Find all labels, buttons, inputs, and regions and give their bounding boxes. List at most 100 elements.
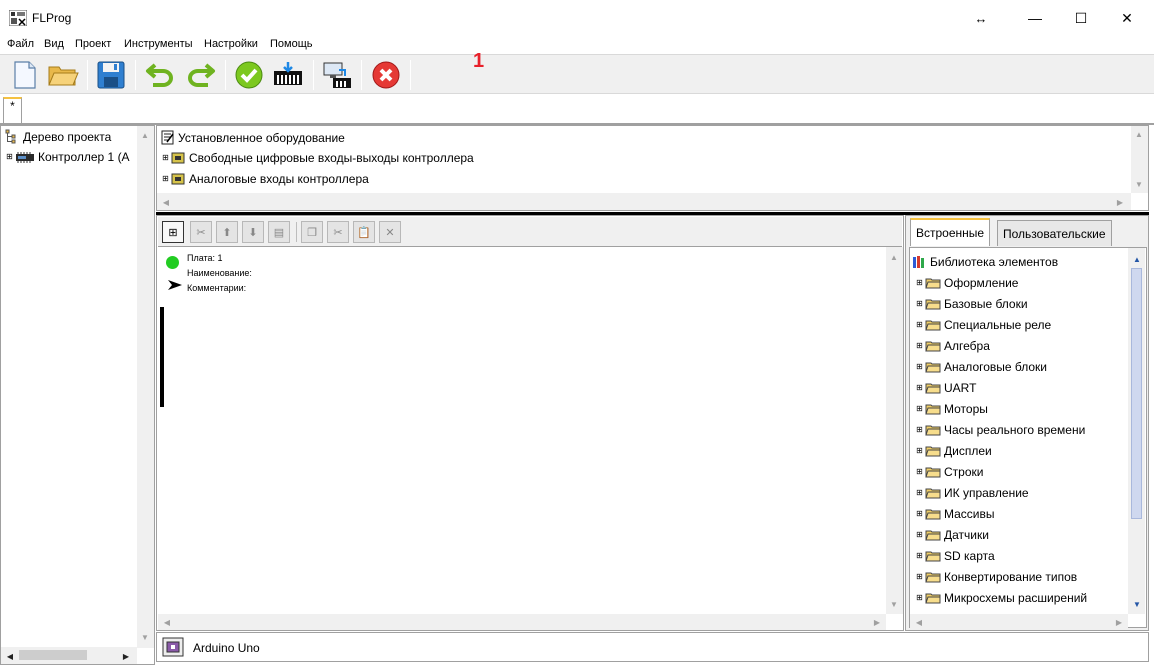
scroll-right-icon[interactable]: ▶: [870, 615, 884, 629]
expand-icon[interactable]: ⊞: [915, 404, 924, 414]
scroll-down-icon[interactable]: ▼: [138, 630, 152, 644]
library-item[interactable]: ⊞ UART: [915, 378, 976, 398]
resize-icon[interactable]: ↔: [958, 0, 1004, 36]
tree-root[interactable]: Дерево проекта: [5, 129, 111, 145]
scroll-right-icon[interactable]: ▶: [1113, 195, 1127, 209]
expand-icon[interactable]: ⊞: [915, 383, 924, 393]
copy-icon[interactable]: ❐: [301, 221, 323, 243]
expand-icon[interactable]: ⊞: [915, 299, 924, 309]
editor-vertical-scrollbar[interactable]: ▲ ▼: [886, 247, 903, 614]
library-item[interactable]: ⊞ Алгебра: [915, 336, 990, 356]
delete-board-icon[interactable]: ✂: [190, 221, 212, 243]
scroll-down-icon[interactable]: ▼: [1132, 177, 1146, 191]
paste-icon[interactable]: 📋: [353, 221, 375, 243]
expand-icon[interactable]: ⊞: [5, 152, 14, 162]
expand-icon[interactable]: ⊞: [915, 593, 924, 603]
expand-icon[interactable]: ⊞: [161, 153, 170, 163]
library-root[interactable]: Библиотека элементов: [912, 252, 1058, 272]
upload-icon[interactable]: [321, 59, 353, 91]
tab-builtin[interactable]: Встроенные: [910, 218, 991, 246]
menu-project[interactable]: Проект: [75, 38, 111, 50]
close-button[interactable]: ✕: [1104, 0, 1150, 36]
expand-icon[interactable]: ⊞: [915, 572, 924, 582]
library-item[interactable]: ⊞ Специальные реле: [915, 315, 1051, 335]
expand-icon[interactable]: ⊞: [915, 362, 924, 372]
arrow-icon[interactable]: [167, 279, 183, 291]
board-icon[interactable]: [162, 637, 184, 657]
add-board-icon[interactable]: ⊞: [162, 221, 184, 243]
library-item[interactable]: ⊞ Датчики: [915, 525, 989, 545]
verify-icon[interactable]: [233, 59, 265, 91]
tab-custom[interactable]: Пользовательские: [997, 220, 1112, 246]
library-item[interactable]: ⊞ Строки: [915, 462, 983, 482]
expand-icon[interactable]: ⊞: [915, 488, 924, 498]
expand-icon[interactable]: ⊞: [161, 174, 170, 184]
scroll-up-icon[interactable]: ▲: [887, 250, 901, 264]
menu-help[interactable]: Помощь: [270, 38, 313, 50]
cut-icon[interactable]: ✂: [327, 221, 349, 243]
library-item[interactable]: ⊞ Дисплеи: [915, 441, 992, 461]
library-item[interactable]: ⊞ Базовые блоки: [915, 294, 1028, 314]
scroll-up-icon[interactable]: ▲: [1132, 127, 1146, 141]
library-item[interactable]: ⊞ SD карта: [915, 546, 995, 566]
maximize-button[interactable]: ☐: [1058, 0, 1104, 36]
expand-icon[interactable]: ⊞: [915, 425, 924, 435]
hardware-horizontal-scrollbar[interactable]: ◀ ▶: [157, 193, 1131, 210]
library-item[interactable]: ⊞ Аналоговые блоки: [915, 357, 1047, 377]
expand-icon[interactable]: ⊞: [915, 341, 924, 351]
scroll-thumb[interactable]: [19, 650, 87, 660]
move-down-icon[interactable]: ⬇: [242, 221, 264, 243]
scroll-right-icon[interactable]: ▶: [1112, 615, 1126, 629]
hardware-item-analog[interactable]: ⊞ Аналоговые входы контроллера: [161, 172, 369, 186]
expand-icon[interactable]: ⊞: [915, 278, 924, 288]
document-tab[interactable]: *: [3, 97, 22, 125]
library-vertical-scrollbar[interactable]: ▲ ▼: [1128, 248, 1145, 614]
expand-icon[interactable]: ⊞: [915, 467, 924, 477]
tree-item-controller[interactable]: ⊞ Контроллер 1 (А: [5, 150, 130, 164]
menu-settings[interactable]: Настройки: [204, 38, 258, 50]
expand-icon[interactable]: ⊞: [915, 551, 924, 561]
expand-icon[interactable]: ⊞: [915, 320, 924, 330]
expand-icon[interactable]: ⊞: [915, 446, 924, 456]
library-item[interactable]: ⊞ Массивы: [915, 504, 995, 524]
scroll-down-icon[interactable]: ▼: [1130, 597, 1144, 611]
library-item[interactable]: ⊞ Конвертирование типов: [915, 567, 1077, 587]
redo-icon[interactable]: [185, 59, 217, 91]
library-item[interactable]: ⊞ Часы реального времени: [915, 420, 1085, 440]
library-item[interactable]: ⊞ Микросхемы расширений: [915, 588, 1087, 608]
scroll-thumb[interactable]: [1131, 268, 1142, 519]
scroll-down-icon[interactable]: ▼: [887, 597, 901, 611]
scroll-up-icon[interactable]: ▲: [138, 128, 152, 142]
delete-icon[interactable]: ✕: [379, 221, 401, 243]
library-item[interactable]: ⊞ ИК управление: [915, 483, 1029, 503]
editor-horizontal-scrollbar[interactable]: ◀ ▶: [158, 614, 886, 630]
board-props-icon[interactable]: ▤: [268, 221, 290, 243]
library-item[interactable]: ⊞ Моторы: [915, 399, 988, 419]
scroll-left-icon[interactable]: ◀: [160, 615, 174, 629]
compile-icon[interactable]: [272, 59, 304, 91]
library-horizontal-scrollbar[interactable]: ◀ ▶: [910, 614, 1128, 629]
open-folder-icon[interactable]: [47, 59, 79, 91]
stop-icon[interactable]: [370, 59, 402, 91]
save-icon[interactable]: [95, 59, 127, 91]
hardware-vertical-scrollbar[interactable]: ▲ ▼: [1131, 126, 1148, 193]
undo-icon[interactable]: [144, 59, 176, 91]
scroll-left-icon[interactable]: ◀: [3, 649, 17, 663]
menu-tools[interactable]: Инструменты: [124, 38, 193, 50]
minimize-button[interactable]: —: [1012, 0, 1058, 36]
hardware-root[interactable]: Установленное оборудование: [161, 130, 345, 145]
left-horizontal-scrollbar[interactable]: ◀ ▶: [1, 647, 137, 664]
hardware-item-digital[interactable]: ⊞ Свободные цифровые входы-выходы контро…: [161, 151, 474, 165]
library-item[interactable]: ⊞ Оформление: [915, 273, 1018, 293]
left-vertical-scrollbar[interactable]: ▲ ▼: [137, 126, 154, 648]
scroll-right-icon[interactable]: ▶: [119, 649, 133, 663]
expand-icon[interactable]: ⊞: [915, 530, 924, 540]
new-file-icon[interactable]: [9, 59, 41, 91]
menu-view[interactable]: Вид: [44, 38, 64, 50]
menu-file[interactable]: Файл: [7, 38, 34, 50]
scroll-up-icon[interactable]: ▲: [1130, 252, 1144, 266]
scroll-left-icon[interactable]: ◀: [912, 615, 926, 629]
expand-icon[interactable]: ⊞: [915, 509, 924, 519]
scroll-left-icon[interactable]: ◀: [159, 195, 173, 209]
move-up-icon[interactable]: ⬆: [216, 221, 238, 243]
